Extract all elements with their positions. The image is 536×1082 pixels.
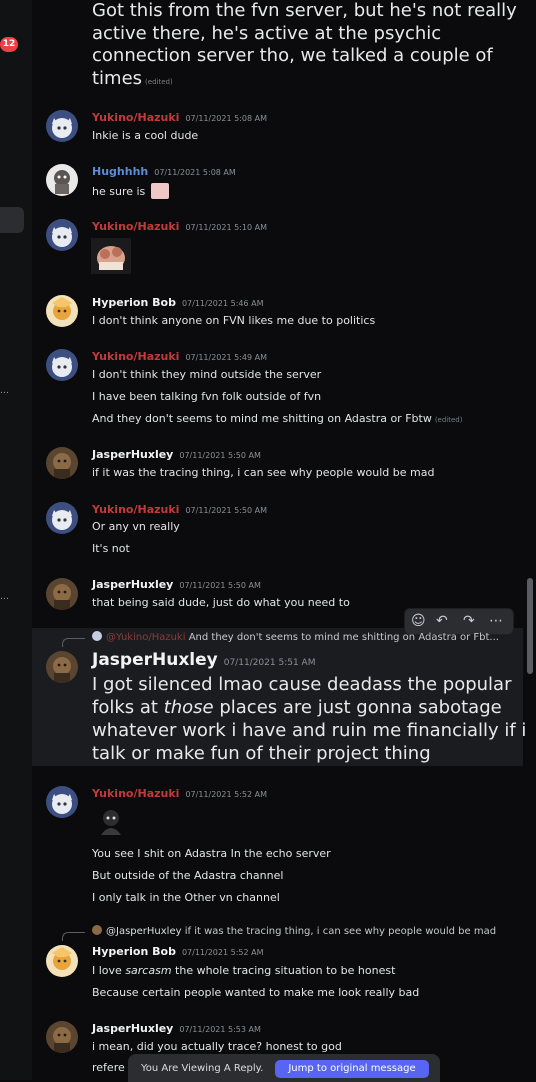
user-avatar[interactable] bbox=[46, 786, 78, 818]
message-text: active there, he's active at the psychic bbox=[92, 23, 442, 44]
message-author[interactable]: Hyperion Bob 07/11/2021 5:46 AM bbox=[92, 296, 264, 309]
message-author[interactable]: JasperHuxley 07/11/2021 5:53 AM bbox=[92, 1022, 261, 1035]
message-author[interactable]: JasperHuxley 07/11/2021 5:50 AM bbox=[92, 448, 261, 461]
message-author[interactable]: JasperHuxley 07/11/2021 5:50 AM bbox=[92, 578, 261, 591]
message-text: You see I shit on Adastra In the echo se… bbox=[92, 847, 331, 860]
message-text: folks at those places are just gonna sab… bbox=[92, 697, 502, 718]
message-text: connection server tho, we talked a coupl… bbox=[92, 45, 493, 66]
message-author[interactable]: Yukino/Hazuki 07/11/2021 5:08 AM bbox=[92, 111, 267, 124]
message-author[interactable]: Yukino/Hazuki 07/11/2021 5:50 AM bbox=[92, 503, 267, 516]
sidebar-ellipsis: … bbox=[0, 592, 9, 602]
jump-to-original-button[interactable]: Jump to original message bbox=[275, 1060, 429, 1078]
sidebar-ellipsis: … bbox=[0, 386, 9, 396]
message-text: if it was the tracing thing, i can see w… bbox=[92, 466, 435, 479]
user-avatar[interactable] bbox=[46, 219, 78, 251]
message-text: But outside of the Adastra channel bbox=[92, 869, 284, 882]
add-reaction-icon[interactable]: ☺ bbox=[411, 613, 426, 629]
message-text: whatever work i have and ruin me financi… bbox=[92, 720, 527, 741]
message-author[interactable]: Yukino/Hazuki 07/11/2021 5:10 AM bbox=[92, 220, 267, 233]
forward-icon[interactable]: ↷ bbox=[463, 613, 475, 629]
viewing-reply-bar: You Are Viewing A Reply. Jump to origina… bbox=[128, 1054, 440, 1082]
message-text: Because certain people wanted to make me… bbox=[92, 986, 420, 999]
message-author[interactable]: Yukino/Hazuki 07/11/2021 5:49 AM bbox=[92, 350, 267, 363]
message-text: I don't think they mind outside the serv… bbox=[92, 368, 322, 381]
user-avatar[interactable] bbox=[46, 295, 78, 327]
reply-icon[interactable]: ↶ bbox=[436, 613, 448, 629]
message-author[interactable]: Yukino/Hazuki 07/11/2021 5:52 AM bbox=[92, 787, 267, 800]
reply-preview[interactable]: @JasperHuxley if it was the tracing thin… bbox=[92, 925, 496, 937]
scrollbar[interactable] bbox=[527, 578, 533, 674]
message-text: I don't think anyone on FVN likes me due… bbox=[92, 314, 376, 327]
message-text: refere bbox=[92, 1061, 125, 1074]
message-text: times (edited) bbox=[92, 68, 173, 89]
user-avatar[interactable] bbox=[46, 447, 78, 479]
server-sidebar bbox=[0, 0, 32, 1080]
user-avatar[interactable] bbox=[46, 945, 78, 977]
message-text: I only talk in the Other vn channel bbox=[92, 891, 280, 904]
viewing-reply-text: You Are Viewing A Reply. bbox=[141, 1063, 264, 1074]
message-text: I love sarcasm the whole tracing situati… bbox=[92, 964, 396, 977]
message-author[interactable]: JasperHuxley 07/11/2021 5:51 AM bbox=[92, 650, 315, 670]
sticker-image[interactable] bbox=[91, 238, 131, 274]
message-author[interactable]: Hyperion Bob 07/11/2021 5:52 AM bbox=[92, 945, 264, 958]
message-text: I have been talking fvn folk outside of … bbox=[92, 390, 322, 403]
user-avatar[interactable] bbox=[46, 164, 78, 196]
mini-avatar bbox=[92, 925, 102, 935]
sticker-image[interactable] bbox=[94, 805, 128, 839]
channel-item[interactable] bbox=[0, 207, 24, 233]
custom-emoji-icon bbox=[150, 183, 169, 199]
user-avatar[interactable] bbox=[46, 349, 78, 381]
unread-badge: 12 bbox=[0, 37, 18, 52]
message-text: Inkie is a cool dude bbox=[92, 129, 199, 142]
message-text: And they don't seems to mind me shitting… bbox=[92, 412, 463, 425]
message-text: Or any vn really bbox=[92, 520, 180, 533]
reply-spine bbox=[62, 932, 85, 941]
user-avatar[interactable] bbox=[46, 502, 78, 534]
message-text: Got this from the fvn server, but he's n… bbox=[92, 0, 517, 21]
user-avatar[interactable] bbox=[46, 651, 78, 683]
message-text: that being said dude, just do what you n… bbox=[92, 596, 350, 609]
message-text: he sure is bbox=[92, 183, 169, 199]
reply-preview[interactable]: @Yukino/Hazuki And they don't seems to m… bbox=[92, 631, 499, 643]
user-avatar[interactable] bbox=[46, 1021, 78, 1053]
message-author[interactable]: Hughhhh 07/11/2021 5:08 AM bbox=[92, 165, 236, 178]
mini-avatar bbox=[92, 631, 102, 641]
message-text: It's not bbox=[92, 542, 130, 555]
reply-spine bbox=[62, 638, 85, 647]
more-options-icon[interactable]: ⋯ bbox=[489, 613, 503, 629]
user-avatar[interactable] bbox=[46, 110, 78, 142]
user-avatar[interactable] bbox=[46, 578, 78, 610]
message-text: I got silenced lmao cause deadass the po… bbox=[92, 674, 512, 695]
message-text: i mean, did you actually trace? honest t… bbox=[92, 1040, 342, 1053]
message-text: talk or make fun of their project thing bbox=[92, 743, 431, 764]
